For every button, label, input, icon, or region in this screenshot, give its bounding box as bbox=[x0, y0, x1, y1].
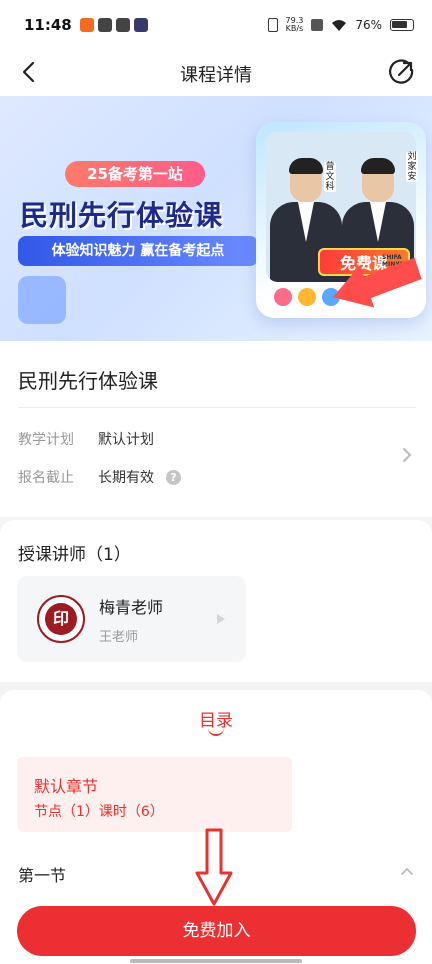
teacher-subtitle: 王老师 bbox=[99, 630, 139, 645]
teacher-a-name: 曾文科 bbox=[324, 162, 336, 192]
status-bar: 11:48 79.3 KB/s 76% bbox=[0, 0, 432, 50]
plan-label: 教学计划 bbox=[18, 432, 74, 448]
mail-icon bbox=[115, 18, 130, 32]
top-nav: 课程详情 bbox=[0, 50, 432, 96]
deadline-label: 报名截止 bbox=[18, 470, 74, 486]
deadline-value: 长期有效 bbox=[98, 470, 154, 486]
status-time: 11:48 bbox=[24, 16, 72, 34]
banner-headline: 民刑先行体验课 bbox=[20, 199, 224, 232]
institution-logo-icon: 印 bbox=[45, 603, 77, 635]
play-icon bbox=[217, 614, 225, 624]
network-speed: 79.3 KB/s bbox=[286, 17, 304, 33]
star-icon bbox=[298, 288, 316, 306]
sim-off-icon bbox=[311, 19, 324, 31]
teacher-avatar: 印 bbox=[37, 595, 85, 643]
teachers-heading: 授课讲师（1） bbox=[18, 545, 131, 565]
down-arrow-annotation-icon bbox=[195, 828, 233, 906]
teacher-card[interactable]: 印 梅青老师 王老师 bbox=[17, 576, 246, 662]
help-icon[interactable]: ? bbox=[166, 469, 181, 485]
thumbs-up-icon bbox=[18, 276, 66, 324]
status-right: 79.3 KB/s 76% bbox=[267, 17, 414, 33]
battery-icon bbox=[390, 19, 414, 31]
plan-row[interactable]: 教学计划 默认计划 bbox=[18, 429, 154, 449]
course-info: 民刑先行体验课 教学计划 默认计划 报名截止 长期有效 ? bbox=[0, 341, 432, 517]
wifi-icon bbox=[332, 19, 347, 31]
reaction-icons bbox=[274, 288, 340, 306]
page-title: 课程详情 bbox=[180, 65, 252, 86]
app-notification-icon bbox=[79, 18, 94, 32]
home-indicator bbox=[130, 959, 302, 963]
chevron-up-icon[interactable] bbox=[400, 864, 414, 878]
status-app-icons bbox=[79, 18, 148, 32]
course-title: 民刑先行体验课 bbox=[18, 369, 158, 393]
chapter-item[interactable]: 默认章节 节点（1）课时（6） bbox=[17, 757, 292, 832]
plan-value: 默认计划 bbox=[98, 432, 154, 448]
chevron-right-icon[interactable] bbox=[400, 445, 414, 465]
net-speed-unit: KB/s bbox=[285, 24, 304, 33]
teacher-b-name: 刘家安 bbox=[406, 152, 418, 182]
teachers-section: 授课讲师（1） 印 梅青老师 王老师 bbox=[0, 520, 432, 682]
divider bbox=[18, 407, 416, 408]
like-icon bbox=[274, 288, 292, 306]
play-icon bbox=[133, 18, 148, 32]
chapter-name: 默认章节 bbox=[34, 777, 99, 796]
banner-tag: 25备考第一站 bbox=[65, 161, 205, 187]
chapter-stats: 节点（1）课时（6） bbox=[34, 804, 164, 820]
section-title[interactable]: 第一节 bbox=[18, 862, 66, 886]
app-notification-icon bbox=[97, 18, 112, 32]
tab-indicator bbox=[208, 728, 224, 736]
teacher-name: 梅青老师 bbox=[99, 598, 164, 617]
free-join-button[interactable]: 免费加入 bbox=[17, 906, 416, 956]
share-icon[interactable] bbox=[388, 58, 416, 86]
banner-subline: 体验知识魅力 赢在备考起点 bbox=[18, 236, 258, 266]
battery-percent: 76% bbox=[355, 18, 382, 32]
deadline-row: 报名截止 长期有效 ? bbox=[18, 467, 181, 487]
course-banner[interactable]: 25备考第一站 民刑先行体验课 体验知识魅力 赢在备考起点 曾文科 刘家安 免费… bbox=[0, 96, 432, 341]
vibrate-icon bbox=[267, 18, 278, 32]
